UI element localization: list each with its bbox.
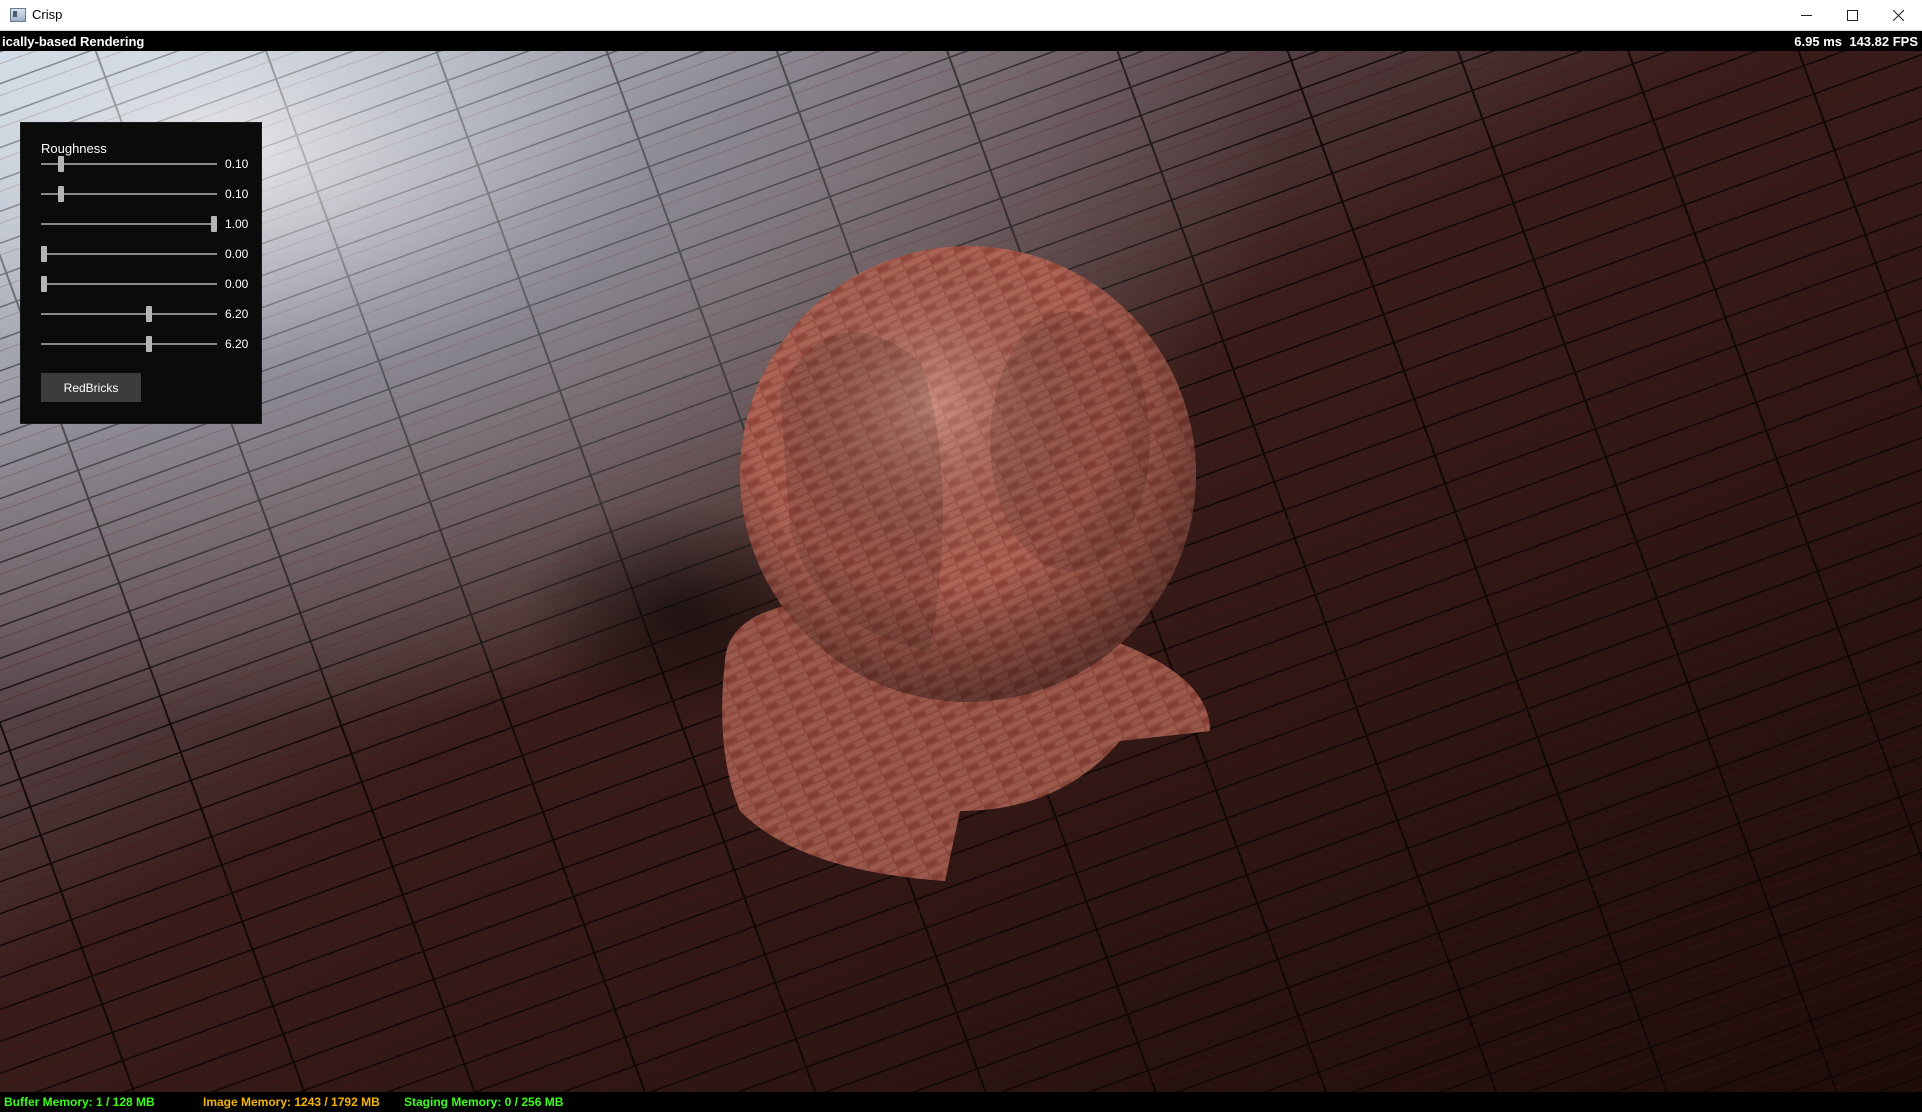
title-bar[interactable]: Crisp <box>0 0 1922 31</box>
slider-handle[interactable] <box>146 306 152 322</box>
slider-handle[interactable] <box>146 336 152 352</box>
image-memory-status: Image Memory: 1243 / 1792 MB <box>203 1095 380 1109</box>
slider-value: 0.10 <box>225 157 249 171</box>
fps-counter: 143.82 FPS <box>1849 34 1918 49</box>
slider-row: 1.00 <box>41 214 251 234</box>
maximize-button[interactable] <box>1829 0 1875 30</box>
slider-track[interactable] <box>41 163 217 165</box>
maximize-icon <box>1846 9 1858 21</box>
close-icon <box>1892 9 1904 21</box>
slider-row: 0.00 <box>41 274 251 294</box>
slider-row: 0.00 <box>41 244 251 264</box>
slider-track[interactable] <box>41 193 217 195</box>
renderer-title: ically-based Rendering <box>2 34 145 49</box>
minimize-button[interactable] <box>1783 0 1829 30</box>
slider-track[interactable] <box>41 253 217 255</box>
slider-row: 6.20 <box>41 304 251 324</box>
slider-handle[interactable] <box>41 276 47 292</box>
material-controls-panel: Roughness 0.10 0.10 1.00 0.00 0.00 6.20 6.20 R… <box>20 122 262 424</box>
slider-row: 6.20 <box>41 334 251 354</box>
scene-render <box>0 51 1922 1092</box>
slider-value: 0.00 <box>225 247 249 261</box>
slider-track[interactable] <box>41 283 217 285</box>
slider-handle[interactable] <box>41 246 47 262</box>
app-window: Crisp ically-based Rendering 6.95 ms 143… <box>0 0 1922 1112</box>
slider-handle[interactable] <box>211 216 217 232</box>
slider-row: 0.10 <box>41 184 251 204</box>
slider-handle[interactable] <box>58 156 64 172</box>
window-title: Crisp <box>32 7 63 22</box>
slider-value: 0.10 <box>225 187 249 201</box>
status-bar: Buffer Memory: 1 / 128 MB Image Memory: … <box>0 1092 1922 1112</box>
slider-track[interactable] <box>41 223 217 225</box>
frame-time: 6.95 ms <box>1794 34 1842 49</box>
slider-track[interactable] <box>41 313 217 315</box>
slider-value: 6.20 <box>225 307 249 321</box>
slider-handle[interactable] <box>58 186 64 202</box>
slider-track[interactable] <box>41 343 217 345</box>
material-select-button[interactable]: RedBricks <box>41 373 141 402</box>
slider-value: 0.00 <box>225 277 249 291</box>
app-icon <box>10 8 26 22</box>
3d-viewport[interactable]: Roughness 0.10 0.10 1.00 0.00 0.00 6.20 6.20 R… <box>0 51 1922 1092</box>
close-button[interactable] <box>1875 0 1921 30</box>
slider-row: 0.10 <box>41 154 251 174</box>
staging-memory-status: Staging Memory: 0 / 256 MB <box>404 1095 564 1109</box>
minimize-icon <box>1800 14 1812 16</box>
slider-value: 1.00 <box>225 217 249 231</box>
render-header: ically-based Rendering 6.95 ms 143.82 FP… <box>0 31 1922 51</box>
slider-value: 6.20 <box>225 337 249 351</box>
buffer-memory-status: Buffer Memory: 1 / 128 MB <box>4 1095 155 1109</box>
